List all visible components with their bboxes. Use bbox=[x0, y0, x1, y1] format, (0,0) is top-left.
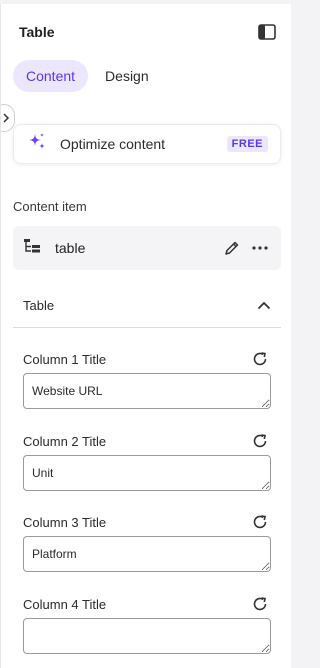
sidebar-toggle-icon[interactable] bbox=[257, 22, 277, 42]
reset-icon[interactable] bbox=[249, 430, 271, 452]
field-label: Column 3 Title bbox=[23, 514, 107, 530]
column-3-field: Column 3 Title Platform bbox=[23, 512, 271, 577]
free-badge: FREE bbox=[226, 136, 268, 152]
tab-bar: Content Design bbox=[13, 60, 162, 92]
chevron-up-icon bbox=[257, 297, 271, 315]
column-2-field: Column 2 Title Unit bbox=[23, 431, 271, 496]
chevron-right-icon bbox=[3, 113, 10, 123]
column-1-field: Column 1 Title Website URL bbox=[23, 349, 271, 414]
table-group-header[interactable]: Table bbox=[13, 284, 281, 328]
content-item-label: table bbox=[55, 240, 86, 256]
tree-structure-icon bbox=[23, 238, 41, 259]
column-1-input[interactable]: Website URL bbox=[23, 373, 271, 409]
sparkle-icon bbox=[26, 131, 48, 158]
field-label: Column 1 Title bbox=[23, 351, 107, 367]
column-3-input[interactable]: Platform bbox=[23, 536, 271, 572]
settings-panel: Table Content Design Optimize content FR… bbox=[0, 4, 291, 668]
content-item-row[interactable]: table bbox=[13, 226, 281, 270]
optimize-content-button[interactable]: Optimize content FREE bbox=[13, 124, 281, 164]
reset-icon[interactable] bbox=[249, 348, 271, 370]
pencil-icon[interactable] bbox=[221, 237, 243, 259]
field-label: Column 4 Title bbox=[23, 596, 107, 612]
column-4-field: Column 4 Title bbox=[23, 594, 271, 659]
tab-content[interactable]: Content bbox=[13, 60, 89, 92]
panel-title: Table bbox=[19, 24, 55, 40]
more-options-icon[interactable] bbox=[249, 237, 271, 259]
reset-icon[interactable] bbox=[249, 593, 271, 615]
group-title: Table bbox=[23, 298, 55, 313]
column-4-input[interactable] bbox=[23, 618, 271, 654]
tab-design[interactable]: Design bbox=[92, 60, 162, 92]
optimize-label: Optimize content bbox=[60, 136, 166, 152]
field-label: Column 2 Title bbox=[23, 433, 107, 449]
reset-icon[interactable] bbox=[249, 511, 271, 533]
content-item-heading: Content item bbox=[13, 199, 87, 214]
panel-header: Table bbox=[19, 22, 277, 42]
column-2-input[interactable]: Unit bbox=[23, 455, 271, 491]
